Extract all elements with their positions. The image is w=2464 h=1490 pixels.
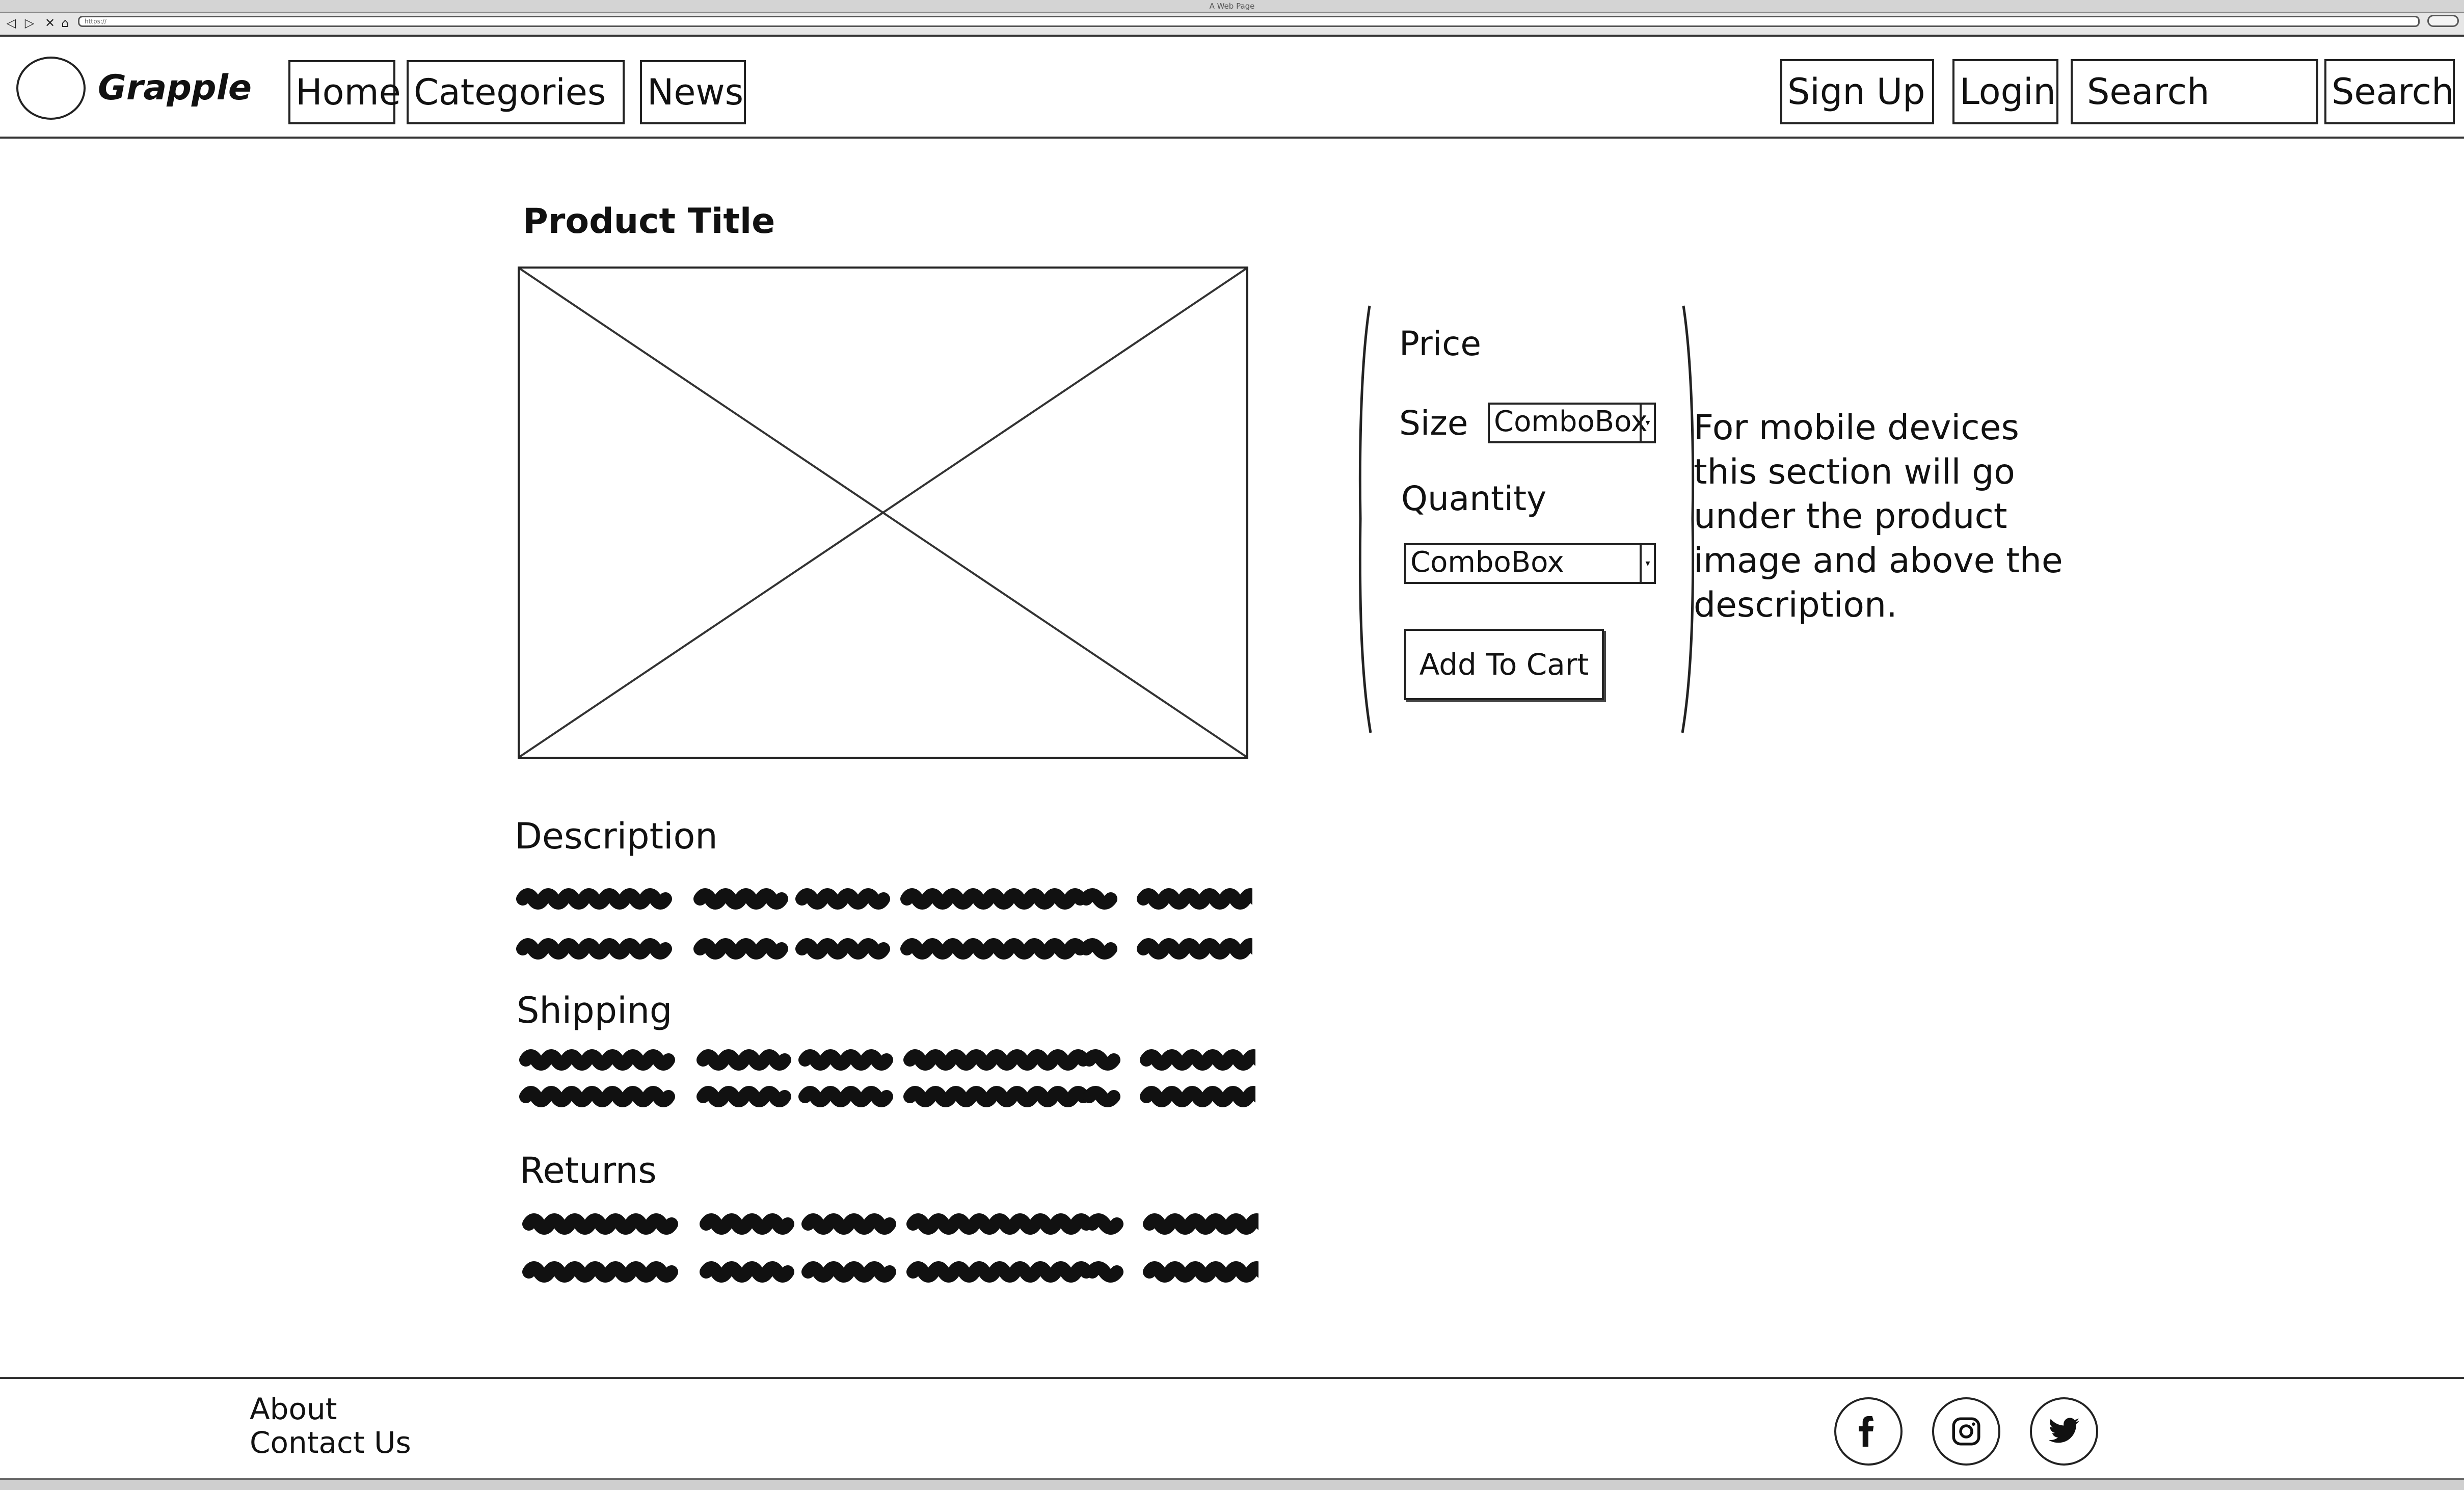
window-titlebar: A Web Page — [0, 0, 2464, 13]
url-go-button[interactable] — [2427, 15, 2459, 27]
home-icon[interactable]: ⌂ — [59, 15, 71, 31]
shipping-text — [519, 1078, 1255, 1110]
price-label: Price — [1399, 324, 1482, 363]
size-combobox[interactable]: ComboBox ▾ — [1488, 403, 1656, 443]
returns-text — [522, 1206, 1258, 1237]
returns-text — [522, 1254, 1258, 1285]
add-to-cart-button[interactable]: Add To Cart — [1404, 629, 1604, 700]
forward-icon[interactable]: ▷ — [23, 15, 36, 31]
nav-categories-button[interactable]: Categories — [407, 60, 625, 124]
contact-us-link[interactable]: Contact Us — [250, 1426, 411, 1459]
quantity-label: Quantity — [1401, 479, 1547, 518]
sign-up-button[interactable]: Sign Up — [1780, 59, 1934, 124]
nav-news-button[interactable]: News — [640, 60, 746, 124]
shipping-text — [519, 1042, 1255, 1073]
url-field[interactable]: https:// — [78, 16, 2420, 27]
logo[interactable] — [16, 57, 86, 120]
returns-heading: Returns — [520, 1150, 657, 1191]
quantity-combobox[interactable]: ComboBox ▾ — [1404, 543, 1656, 584]
login-button[interactable]: Login — [1952, 59, 2058, 124]
description-text — [516, 881, 1252, 912]
mobile-layout-note: For mobile devices this section will go … — [1694, 408, 2063, 625]
stop-icon[interactable]: ✕ — [44, 15, 56, 31]
size-combobox-value: ComboBox — [1494, 405, 1648, 438]
left-bracket — [1358, 305, 1372, 733]
chevron-down-icon[interactable]: ▾ — [1640, 545, 1654, 582]
about-link[interactable]: About — [250, 1392, 337, 1426]
brand-name: Grapple — [98, 68, 252, 108]
nav-home-button[interactable]: Home — [288, 60, 401, 124]
product-title: Product Title — [523, 201, 775, 242]
window-bottom-bar — [0, 1478, 2464, 1490]
back-icon[interactable]: ◁ — [5, 15, 17, 31]
search-input[interactable]: Search — [2071, 59, 2318, 124]
search-button[interactable]: Search — [2324, 59, 2455, 124]
size-label: Size — [1399, 404, 1468, 443]
shipping-heading: Shipping — [517, 990, 673, 1031]
twitter-icon[interactable] — [2030, 1397, 2098, 1466]
chevron-down-icon[interactable]: ▾ — [1640, 405, 1654, 441]
instagram-icon[interactable] — [1932, 1397, 2000, 1466]
quantity-combobox-value: ComboBox — [1410, 546, 1564, 579]
description-text — [516, 930, 1252, 962]
window-title: A Web Page — [1209, 2, 1255, 11]
description-heading: Description — [515, 815, 718, 857]
facebook-icon[interactable] — [1834, 1397, 1903, 1466]
product-image-placeholder — [518, 267, 1248, 759]
